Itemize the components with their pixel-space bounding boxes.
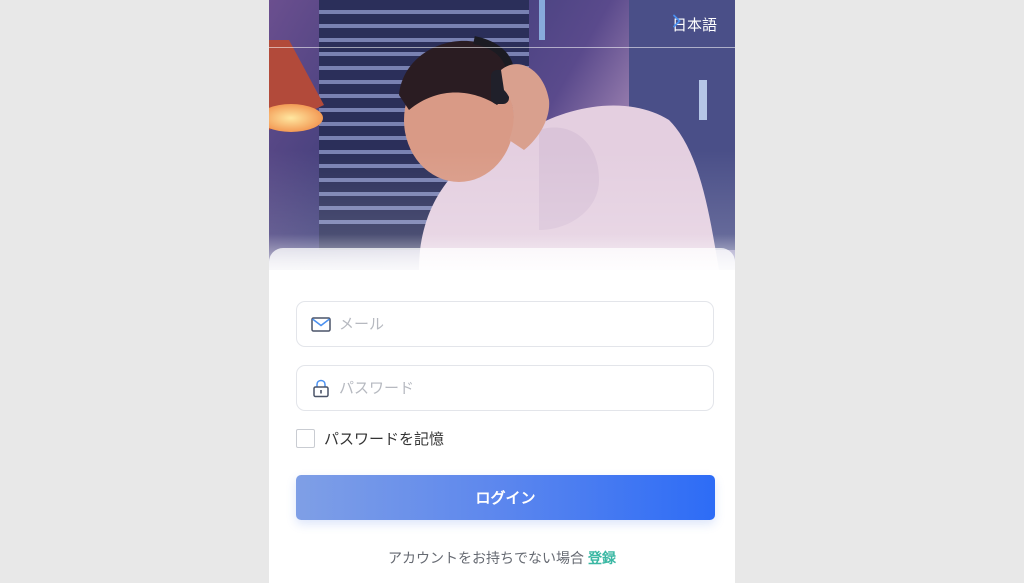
remember-label: パスワードを記憶 [324,430,445,448]
hero-image: 日本語 [269,0,735,270]
login-card: パスワードを記憶 ログイン アカウントをお持ちでない場合登録 [269,248,735,583]
hero-photo-illustration [269,0,735,270]
login-button[interactable]: ログイン [296,475,715,520]
chevron-right-icon [673,14,681,28]
password-input[interactable] [339,379,699,397]
email-field[interactable] [296,301,714,347]
no-account-text: アカウントをお持ちでない場合 [388,551,584,567]
login-screen: 日本語 パスワードを記憶 ログイン [269,0,735,583]
language-selector[interactable]: 日本語 [672,14,717,35]
register-link[interactable]: 登録 [588,551,616,567]
remember-checkbox[interactable] [296,429,315,448]
header-divider [269,47,735,48]
lock-icon [313,379,329,398]
remember-password[interactable]: パスワードを記憶 [296,428,444,449]
mail-icon [311,317,331,332]
password-field[interactable] [296,365,714,411]
signup-prompt: アカウントをお持ちでない場合 登録 [269,548,735,568]
email-input[interactable] [339,315,699,333]
